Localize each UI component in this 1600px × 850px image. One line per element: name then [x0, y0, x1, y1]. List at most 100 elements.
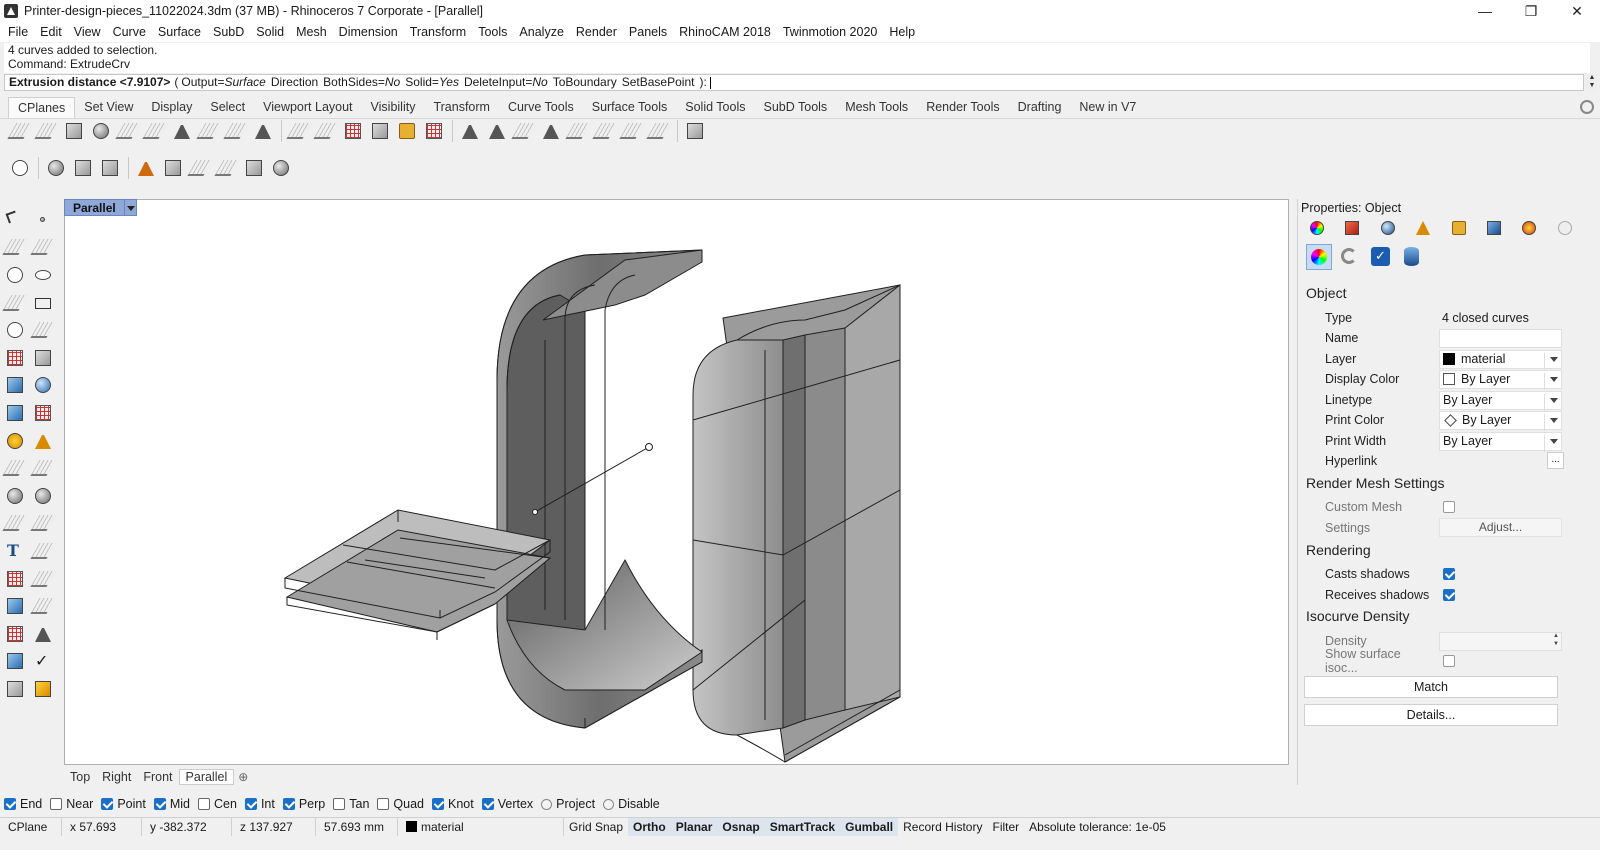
casts-shadows-checkbox[interactable]: [1443, 568, 1455, 580]
osnap-quad[interactable]: Quad: [377, 797, 424, 811]
point-icon[interactable]: [32, 209, 54, 231]
dimension-icon[interactable]: [30, 540, 56, 562]
linetype-dropdown[interactable]: By Layer: [1439, 390, 1562, 411]
split-icon[interactable]: [2, 457, 28, 479]
checkbox-icon[interactable]: [333, 798, 346, 810]
menu-help[interactable]: Help: [883, 25, 921, 39]
chevron-down-icon[interactable]: [1544, 352, 1558, 370]
cplane-right-icon[interactable]: [540, 120, 562, 142]
tab-drafting[interactable]: Drafting: [1009, 97, 1071, 118]
command-line[interactable]: Extrusion distance <7.9107> ( Output=Sur…: [4, 74, 1584, 91]
ground-plane-icon[interactable]: [187, 157, 213, 179]
match-button[interactable]: Match: [1304, 676, 1558, 698]
cplane-world-top-icon[interactable]: [7, 120, 33, 142]
environment-box-icon[interactable]: [162, 157, 184, 179]
explode-icon[interactable]: [4, 430, 26, 452]
name-input[interactable]: [1439, 328, 1562, 348]
layer-dropdown[interactable]: material: [1439, 349, 1562, 370]
toggle-planar[interactable]: Planar: [670, 817, 718, 836]
surface-from-points-icon[interactable]: [4, 347, 26, 369]
mirror-icon[interactable]: [30, 568, 56, 590]
menu-rhinocam[interactable]: RhinoCAM 2018: [673, 25, 777, 39]
checkbox-icon[interactable]: [50, 798, 63, 810]
menu-surface[interactable]: Surface: [152, 25, 207, 39]
density-input[interactable]: [1439, 631, 1562, 651]
open-cplane-folder-icon[interactable]: [396, 120, 418, 142]
arc-icon[interactable]: [2, 292, 28, 314]
command-scroll-arrows[interactable]: ▲ ▼: [1586, 74, 1598, 91]
analyze-icon[interactable]: [32, 623, 54, 645]
grid-options-icon[interactable]: [342, 120, 364, 142]
save-cplane-icon[interactable]: [369, 120, 391, 142]
close-button[interactable]: ✕: [1554, 0, 1600, 22]
decal-icon[interactable]: [243, 157, 265, 179]
toggle-gumball[interactable]: Gumball: [840, 817, 899, 836]
cplane-perpendicular-icon[interactable]: [252, 120, 274, 142]
toggle-ortho[interactable]: Ortho: [628, 817, 671, 836]
mesh-icon[interactable]: [32, 402, 54, 424]
checkbox-icon[interactable]: [282, 798, 295, 810]
select-arrow-icon[interactable]: [4, 209, 26, 231]
cplane-front-icon[interactable]: [565, 120, 591, 142]
tab-viewport-layout[interactable]: Viewport Layout: [254, 97, 361, 118]
fillet-curve-icon[interactable]: [30, 319, 56, 341]
viewport-tab-parallel[interactable]: Parallel: [178, 769, 235, 785]
tab-solid-tools[interactable]: Solid Tools: [676, 97, 754, 118]
cplane-box-icon[interactable]: [684, 120, 706, 142]
osnap-disable[interactable]: Disable: [603, 797, 660, 811]
settings-gear-icon[interactable]: [1556, 220, 1576, 236]
toggle-smarttrack[interactable]: SmartTrack: [764, 817, 841, 836]
menu-curve[interactable]: Curve: [107, 25, 152, 39]
spotlight-icon[interactable]: [135, 157, 157, 179]
cplane-left-icon[interactable]: [511, 120, 537, 142]
option-bothsides[interactable]: BothSides=No: [323, 75, 400, 90]
osnap-vertex[interactable]: Vertex: [481, 797, 533, 811]
cplane-3-point-icon[interactable]: [142, 120, 168, 142]
help-tab-icon[interactable]: [1485, 220, 1505, 236]
viewport-title[interactable]: Parallel: [64, 199, 125, 216]
viewport-menu-chevron-down-icon[interactable]: [124, 199, 137, 216]
extrude-icon[interactable]: [4, 402, 26, 424]
polygon-icon[interactable]: [4, 319, 26, 341]
linear-dimension-icon[interactable]: [30, 595, 56, 617]
scale-icon[interactable]: [30, 512, 56, 534]
chevron-down-icon[interactable]: [1544, 434, 1558, 452]
ellipse-icon[interactable]: [32, 264, 54, 286]
circle-icon[interactable]: [4, 264, 26, 286]
polyline-icon[interactable]: [2, 236, 28, 258]
chevron-down-icon[interactable]: [1544, 413, 1558, 431]
tab-select[interactable]: Select: [201, 97, 254, 118]
cplane-curve-icon[interactable]: [223, 120, 249, 142]
menu-file[interactable]: File: [2, 25, 34, 39]
display-color-dropdown[interactable]: By Layer: [1439, 369, 1562, 390]
print-width-dropdown[interactable]: By Layer: [1439, 431, 1562, 452]
tab-visibility[interactable]: Visibility: [362, 97, 425, 118]
bug-tab-icon[interactable]: [1520, 220, 1540, 236]
viewport-title-tab[interactable]: Parallel: [64, 199, 137, 216]
tab-transform[interactable]: Transform: [424, 97, 499, 118]
tab-display[interactable]: Display: [142, 97, 201, 118]
sphere-icon[interactable]: [32, 374, 54, 396]
tab-mesh-tools[interactable]: Mesh Tools: [836, 97, 917, 118]
status-layer[interactable]: material: [398, 817, 564, 836]
receives-shadows-checkbox[interactable]: [1443, 589, 1455, 601]
text-icon[interactable]: T: [4, 540, 26, 562]
osnap-knot[interactable]: Knot: [432, 797, 474, 811]
toggle-grid-snap[interactable]: Grid Snap: [564, 818, 628, 836]
print-color-dropdown[interactable]: By Layer: [1439, 410, 1562, 431]
option-output[interactable]: Output=Surface: [181, 75, 265, 90]
checkbox-icon[interactable]: [244, 798, 257, 810]
tab-render-tools[interactable]: Render Tools: [917, 97, 1008, 118]
plants-icon[interactable]: [214, 157, 240, 179]
cplane-to-surface-icon[interactable]: [90, 120, 112, 142]
layers-tab-icon[interactable]: [1343, 220, 1363, 236]
chevron-down-icon[interactable]: [1544, 393, 1558, 411]
add-viewport-tab-icon[interactable]: ⊕: [234, 770, 252, 784]
database-icon[interactable]: [1399, 244, 1425, 270]
properties-tab-icon[interactable]: [1308, 220, 1328, 236]
loft-icon[interactable]: [32, 347, 54, 369]
hyperlink-browse-button[interactable]: ...: [1547, 452, 1564, 469]
checkbox-icon[interactable]: [4, 798, 16, 810]
menu-render[interactable]: Render: [570, 25, 623, 39]
render-viewport-icon[interactable]: [99, 157, 121, 179]
